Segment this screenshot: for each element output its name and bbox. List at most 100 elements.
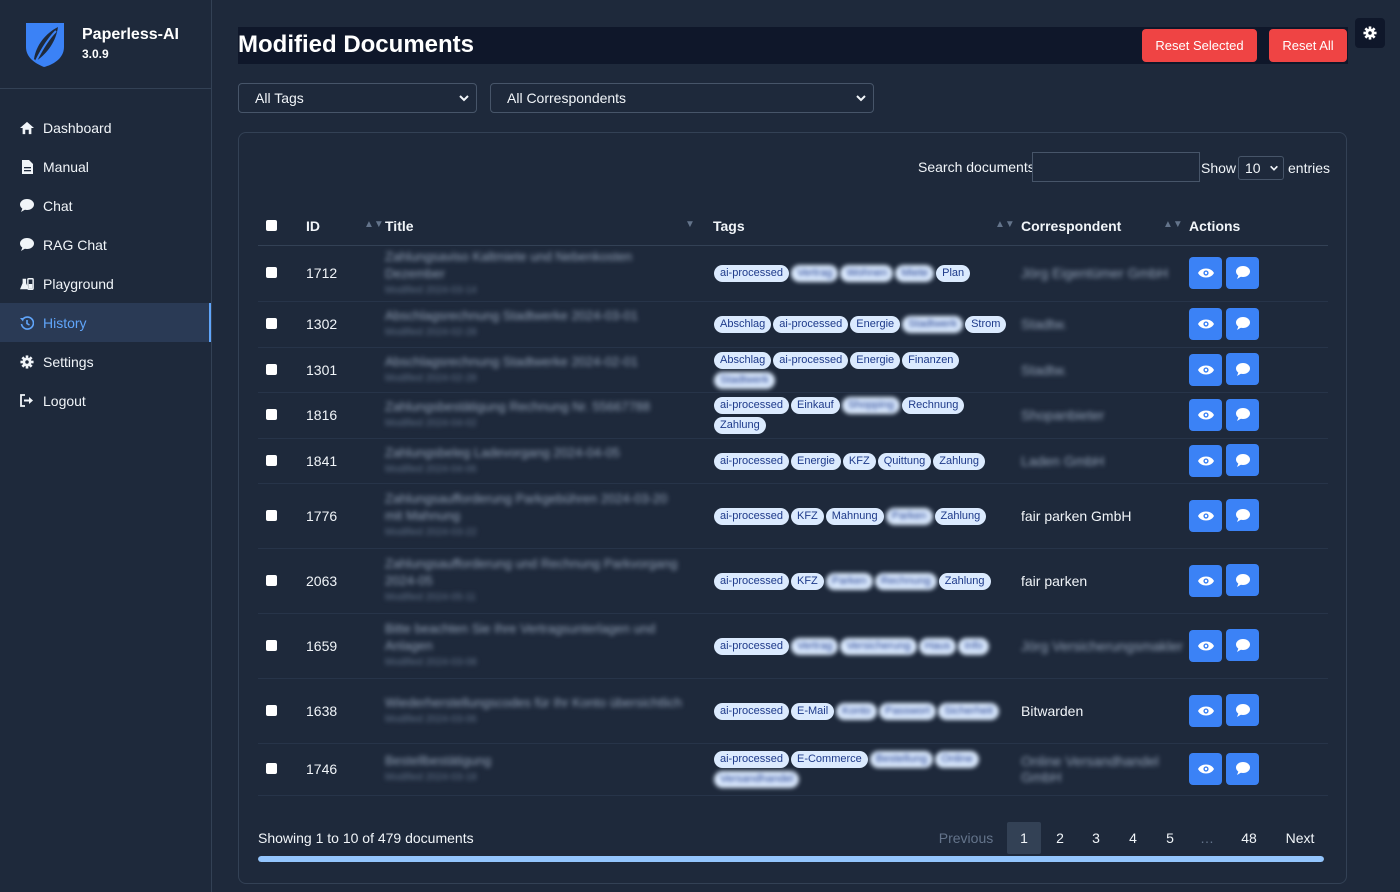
tag-badge[interactable]: Rechnung — [874, 572, 937, 590]
reset-selected-button[interactable]: Reset Selected — [1142, 29, 1257, 62]
tag-badge[interactable]: ai-processed — [714, 507, 789, 525]
view-document-button[interactable] — [1189, 308, 1222, 341]
tag-badge[interactable]: Versicherung — [840, 637, 917, 655]
correspondents-filter-select[interactable]: All Correspondents — [490, 83, 874, 113]
row-checkbox[interactable] — [266, 639, 277, 651]
tag-badge[interactable]: Vertrag — [790, 265, 839, 282]
tag-badge[interactable]: Energie — [850, 316, 901, 333]
tag-badge[interactable]: E-Commerce — [790, 751, 868, 768]
correspondent-header[interactable]: Correspondent ▲▼ — [1021, 207, 1189, 246]
row-checkbox[interactable] — [266, 704, 277, 716]
tag-badge[interactable]: Info — [958, 637, 989, 655]
tag-badge[interactable]: Energie — [850, 351, 901, 369]
tag-badge[interactable]: Quittung — [877, 452, 932, 470]
tag-badge[interactable]: Passwort — [878, 702, 937, 720]
tag-badge[interactable]: ai-processed — [714, 572, 789, 590]
chat-document-button[interactable] — [1226, 499, 1259, 532]
tag-badge[interactable]: ai-processed — [714, 702, 789, 720]
reset-all-button[interactable]: Reset All — [1269, 29, 1347, 62]
view-document-button[interactable] — [1189, 564, 1222, 597]
tag-badge[interactable]: ai-processed — [773, 316, 849, 333]
sidebar-item-dashboard[interactable]: Dashboard — [0, 108, 211, 147]
view-document-button[interactable] — [1189, 353, 1222, 386]
tag-badge[interactable]: Abschlag — [714, 316, 772, 333]
tag-badge[interactable]: ai-processed — [714, 265, 789, 282]
tag-badge[interactable]: Mahnung — [825, 507, 884, 525]
tag-badge[interactable]: ai-processed — [773, 351, 849, 369]
row-checkbox[interactable] — [266, 574, 277, 586]
tag-badge[interactable]: Plan — [936, 265, 971, 282]
row-checkbox[interactable] — [266, 318, 277, 329]
tag-badge[interactable]: Zahlung — [933, 452, 986, 470]
tag-badge[interactable]: Parken — [885, 507, 933, 525]
tag-badge[interactable]: Zahlung — [938, 572, 991, 590]
tag-badge[interactable]: Strom — [965, 316, 1007, 333]
tag-badge[interactable]: ai-processed — [714, 397, 789, 414]
select-all-checkbox[interactable] — [266, 219, 277, 231]
view-document-button[interactable] — [1189, 444, 1222, 477]
tags-header[interactable]: Tags ▲▼ — [713, 207, 1021, 246]
tag-badge[interactable]: Sicherheit — [938, 702, 1000, 720]
tag-badge[interactable]: Einkauf — [790, 397, 840, 414]
sidebar-item-logout[interactable]: Logout — [0, 381, 211, 420]
tag-badge[interactable]: Online — [935, 751, 979, 768]
entries-select[interactable]: 10 — [1238, 156, 1284, 180]
title-header[interactable]: Title ▼ — [385, 207, 713, 246]
tag-badge[interactable]: Wohnen — [840, 265, 894, 282]
row-checkbox[interactable] — [266, 454, 277, 466]
tag-badge[interactable]: Finanzen — [902, 351, 960, 369]
tag-badge[interactable]: ai-processed — [714, 751, 789, 768]
view-document-button[interactable] — [1189, 629, 1222, 662]
tag-badge[interactable]: Rechnung — [902, 397, 965, 414]
tag-badge[interactable]: Miete — [895, 265, 935, 282]
chat-document-button[interactable] — [1226, 444, 1259, 477]
row-checkbox[interactable] — [266, 409, 277, 420]
row-checkbox[interactable] — [266, 763, 277, 774]
id-header[interactable]: ID ▲▼ — [306, 207, 385, 246]
pagination-page[interactable]: 4 — [1117, 822, 1149, 854]
pagination-page[interactable]: 1 — [1007, 822, 1041, 854]
chat-document-button[interactable] — [1226, 307, 1259, 340]
tag-badge[interactable]: Konto — [836, 702, 877, 720]
tag-badge[interactable]: E-Mail — [790, 702, 835, 720]
tag-badge[interactable]: Stadtwerk — [714, 371, 775, 389]
tag-badge[interactable]: ai-processed — [714, 637, 789, 655]
row-checkbox[interactable] — [266, 267, 277, 278]
tag-badge[interactable]: KFZ — [842, 452, 876, 470]
tag-badge[interactable]: ai-processed — [714, 452, 789, 470]
sidebar-item-rag-chat[interactable]: RAG Chat — [0, 225, 211, 264]
tag-badge[interactable]: Abschlag — [714, 351, 772, 369]
pagination-next[interactable]: Next — [1276, 822, 1324, 854]
chat-document-button[interactable] — [1226, 398, 1259, 431]
view-document-button[interactable] — [1189, 753, 1222, 786]
tag-badge[interactable]: Zahlung — [934, 507, 987, 525]
chat-document-button[interactable] — [1226, 256, 1259, 289]
sidebar-item-settings[interactable]: Settings — [0, 342, 211, 381]
tag-badge[interactable]: Zahlung — [714, 417, 766, 434]
theme-toggle-button[interactable] — [1355, 18, 1385, 48]
tag-badge[interactable]: KFZ — [790, 572, 824, 590]
view-document-button[interactable] — [1189, 257, 1222, 290]
tag-badge[interactable]: Parken — [825, 572, 873, 590]
pagination-page[interactable]: 48 — [1230, 822, 1268, 854]
tag-badge[interactable]: Shopping — [841, 397, 901, 414]
pagination-page[interactable]: 3 — [1080, 822, 1112, 854]
chat-document-button[interactable] — [1226, 752, 1259, 785]
tag-badge[interactable]: Bestellung — [869, 751, 934, 768]
pagination-page[interactable]: 5 — [1154, 822, 1186, 854]
sidebar-item-playground[interactable]: Playground — [0, 264, 211, 303]
chat-document-button[interactable] — [1226, 353, 1259, 386]
pagination-page[interactable]: 2 — [1044, 822, 1076, 854]
tag-badge[interactable]: Energie — [790, 452, 841, 470]
view-document-button[interactable] — [1189, 499, 1222, 532]
tags-filter-select[interactable]: All Tags — [238, 83, 477, 113]
sidebar-item-chat[interactable]: Chat — [0, 186, 211, 225]
tag-badge[interactable]: Versandhandel — [714, 771, 800, 788]
row-checkbox[interactable] — [266, 363, 277, 375]
chat-document-button[interactable] — [1226, 564, 1259, 597]
scroll-progress-bar[interactable] — [258, 856, 1324, 862]
sidebar-item-manual[interactable]: Manual — [0, 147, 211, 186]
tag-badge[interactable]: Vertrag — [790, 637, 839, 655]
view-document-button[interactable] — [1189, 399, 1222, 432]
chat-document-button[interactable] — [1226, 629, 1259, 662]
